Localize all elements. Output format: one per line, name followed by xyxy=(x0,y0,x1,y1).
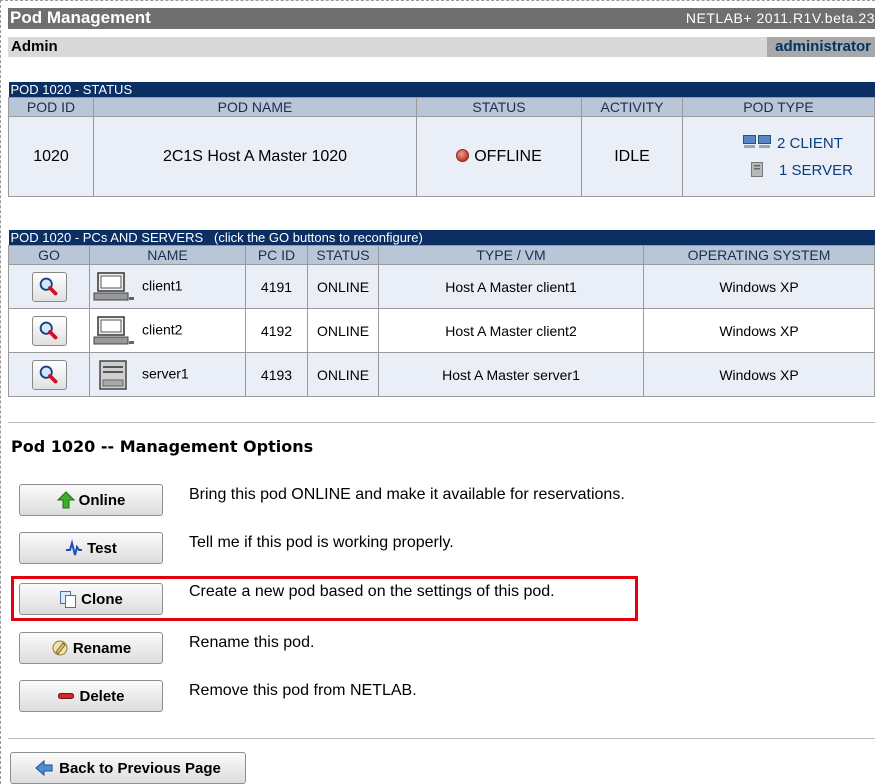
server-computer-icon xyxy=(99,359,127,390)
go-button[interactable] xyxy=(31,359,67,390)
pod-name-cell: 2C1S Host A Master 1020 xyxy=(93,116,417,197)
pod-type-client: 2 CLIENT xyxy=(777,134,843,152)
table-row: client2 4192 ONLINE Host A Master client… xyxy=(8,308,875,353)
section-label: Admin xyxy=(11,38,58,55)
delete-button[interactable]: Delete xyxy=(19,680,163,712)
offline-status-icon xyxy=(456,148,470,162)
management-title: Pod 1020 -- Management Options xyxy=(11,437,314,456)
pc-name: client1 xyxy=(142,277,183,294)
pod-activity-cell: IDLE xyxy=(581,116,683,197)
col-pod-name: POD NAME xyxy=(93,97,417,117)
pulse-icon xyxy=(66,539,83,556)
col-pc-id: PC ID xyxy=(245,245,308,265)
page-title: Pod Management xyxy=(10,8,151,27)
client-computer-icon xyxy=(93,271,134,300)
table-row: server1 4193 ONLINE Host A Master server… xyxy=(8,352,875,397)
rename-icon xyxy=(52,640,68,656)
col-activity: ACTIVITY xyxy=(581,97,683,117)
pod-status-table: POD 1020 - STATUS POD ID POD NAME STATUS… xyxy=(8,82,875,197)
magnifier-icon xyxy=(39,365,57,383)
go-button[interactable] xyxy=(31,271,67,302)
pc-id: 4193 xyxy=(245,352,308,397)
status-section-title: POD 1020 - STATUS xyxy=(8,82,875,98)
client-computer-icon xyxy=(93,315,134,344)
user-label: administrator xyxy=(767,37,875,57)
go-button[interactable] xyxy=(31,315,67,346)
admin-bar: Admin administrator xyxy=(8,37,875,57)
col-status: STATUS xyxy=(416,97,582,117)
test-button[interactable]: Test xyxy=(19,532,163,564)
col-pod-type: POD TYPE xyxy=(682,97,875,117)
client-pc-icon xyxy=(743,134,771,148)
pc-name: client2 xyxy=(142,321,183,338)
magnifier-icon xyxy=(39,277,57,295)
pc-id: 4192 xyxy=(245,308,308,353)
online-description: Bring this pod ONLINE and make it availa… xyxy=(189,486,625,503)
pod-status-text: OFFLINE xyxy=(474,147,542,165)
col-go: GO xyxy=(8,245,90,265)
left-arrow-icon xyxy=(35,759,53,777)
pod-type-server: 1 SERVER xyxy=(779,161,853,179)
pc-servers-table: POD 1020 - PCs AND SERVERS (click the GO… xyxy=(8,230,875,397)
minus-icon xyxy=(58,693,75,699)
pc-type-vm: Host A Master client2 xyxy=(378,308,644,353)
title-bar: Pod Management NETLAB+ 2011.R1V.beta.23 xyxy=(8,8,875,29)
version-label: NETLAB+ 2011.R1V.beta.23 xyxy=(685,10,875,26)
pc-status: ONLINE xyxy=(307,308,379,353)
test-button-label: Test xyxy=(87,539,117,557)
rename-button-label: Rename xyxy=(72,639,132,657)
pod-status-cell: OFFLINE xyxy=(416,116,582,197)
up-arrow-icon xyxy=(56,491,75,509)
back-button-label: Back to Previous Page xyxy=(59,759,221,777)
rename-description: Rename this pod. xyxy=(189,634,315,651)
pc-status: ONLINE xyxy=(307,352,379,397)
divider xyxy=(8,422,875,423)
col-os: OPERATING SYSTEM xyxy=(643,245,875,265)
online-button[interactable]: Online xyxy=(19,484,163,516)
pc-status: ONLINE xyxy=(307,264,379,309)
pc-section-title: POD 1020 - PCs AND SERVERS (click the GO… xyxy=(8,230,875,246)
pc-os: Windows XP xyxy=(643,308,875,353)
pc-os: Windows XP xyxy=(643,264,875,309)
pc-name: server1 xyxy=(142,365,189,382)
delete-description: Remove this pod from NETLAB. xyxy=(189,682,417,699)
col-pc-status: STATUS xyxy=(307,245,379,265)
back-button[interactable]: Back to Previous Page xyxy=(10,752,246,784)
col-type-vm: TYPE / VM xyxy=(378,245,644,265)
page-left-border xyxy=(0,0,1,784)
magnifier-icon xyxy=(39,321,57,339)
pc-type-vm: Host A Master client1 xyxy=(378,264,644,309)
pc-os: Windows XP xyxy=(643,352,875,397)
clone-highlight-box xyxy=(11,576,638,621)
page-top-border xyxy=(0,0,875,1)
rename-button[interactable]: Rename xyxy=(19,632,163,664)
divider xyxy=(8,738,875,739)
test-description: Tell me if this pod is working properly. xyxy=(189,534,454,551)
col-name: NAME xyxy=(89,245,246,265)
server-icon xyxy=(751,161,763,177)
pod-type-cell: 2 CLIENT 1 SERVER xyxy=(682,116,875,197)
pc-id: 4191 xyxy=(245,264,308,309)
pod-id-cell: 1020 xyxy=(8,116,94,197)
online-button-label: Online xyxy=(78,491,126,509)
table-row: client1 4191 ONLINE Host A Master client… xyxy=(8,264,875,309)
delete-button-label: Delete xyxy=(79,687,125,705)
col-pod-id: POD ID xyxy=(8,97,94,117)
pc-type-vm: Host A Master server1 xyxy=(378,352,644,397)
